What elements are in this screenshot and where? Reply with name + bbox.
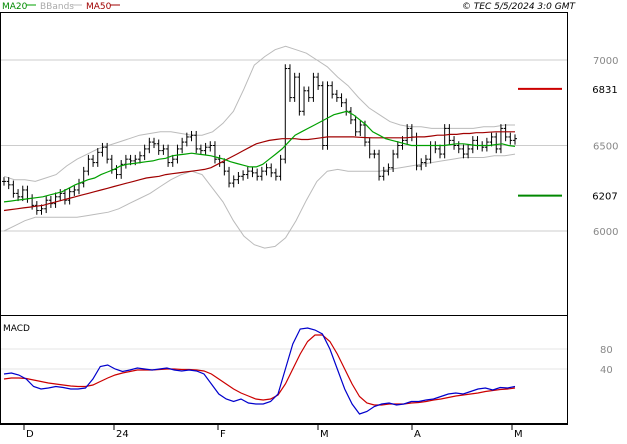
price-tick-label: 6000 (593, 227, 618, 238)
right-axis-strip (568, 12, 627, 424)
x-tick-label: A (414, 429, 421, 440)
level-label-6207: 6207 (592, 192, 617, 203)
price-panel-frame (0, 12, 568, 316)
stock-chart: 6831 6207 7000 6500 6000 80 40 D 24 F M A M MA20 BB… (0, 2, 627, 440)
legend: MA20 BBands MA50 © TEC 5/5/2024 3:0 GMT (2, 2, 576, 12)
macd-title: MACD (3, 324, 30, 334)
x-tick-label: F (220, 429, 226, 440)
legend-ma20-label: MA20 (2, 2, 28, 12)
legend-bbands-label: BBands (40, 2, 74, 12)
source-label: © TEC 5/5/2024 3:0 GMT (462, 2, 577, 12)
macd-tick-label: 80 (600, 345, 613, 356)
macd-tick-label: 40 (600, 365, 613, 376)
x-tick-label: 24 (116, 429, 129, 440)
legend-ma50-label: MA50 (86, 2, 112, 12)
price-tick-label: 6500 (593, 142, 618, 153)
chart-root: 6831 6207 7000 6500 6000 80 40 D 24 F M A M MA20 BB… (0, 0, 627, 440)
x-tick-label: M (514, 429, 523, 440)
x-tick-label: M (320, 429, 329, 440)
x-tick-label: D (26, 429, 34, 440)
level-label-6831: 6831 (592, 85, 617, 96)
price-tick-label: 7000 (593, 56, 618, 67)
